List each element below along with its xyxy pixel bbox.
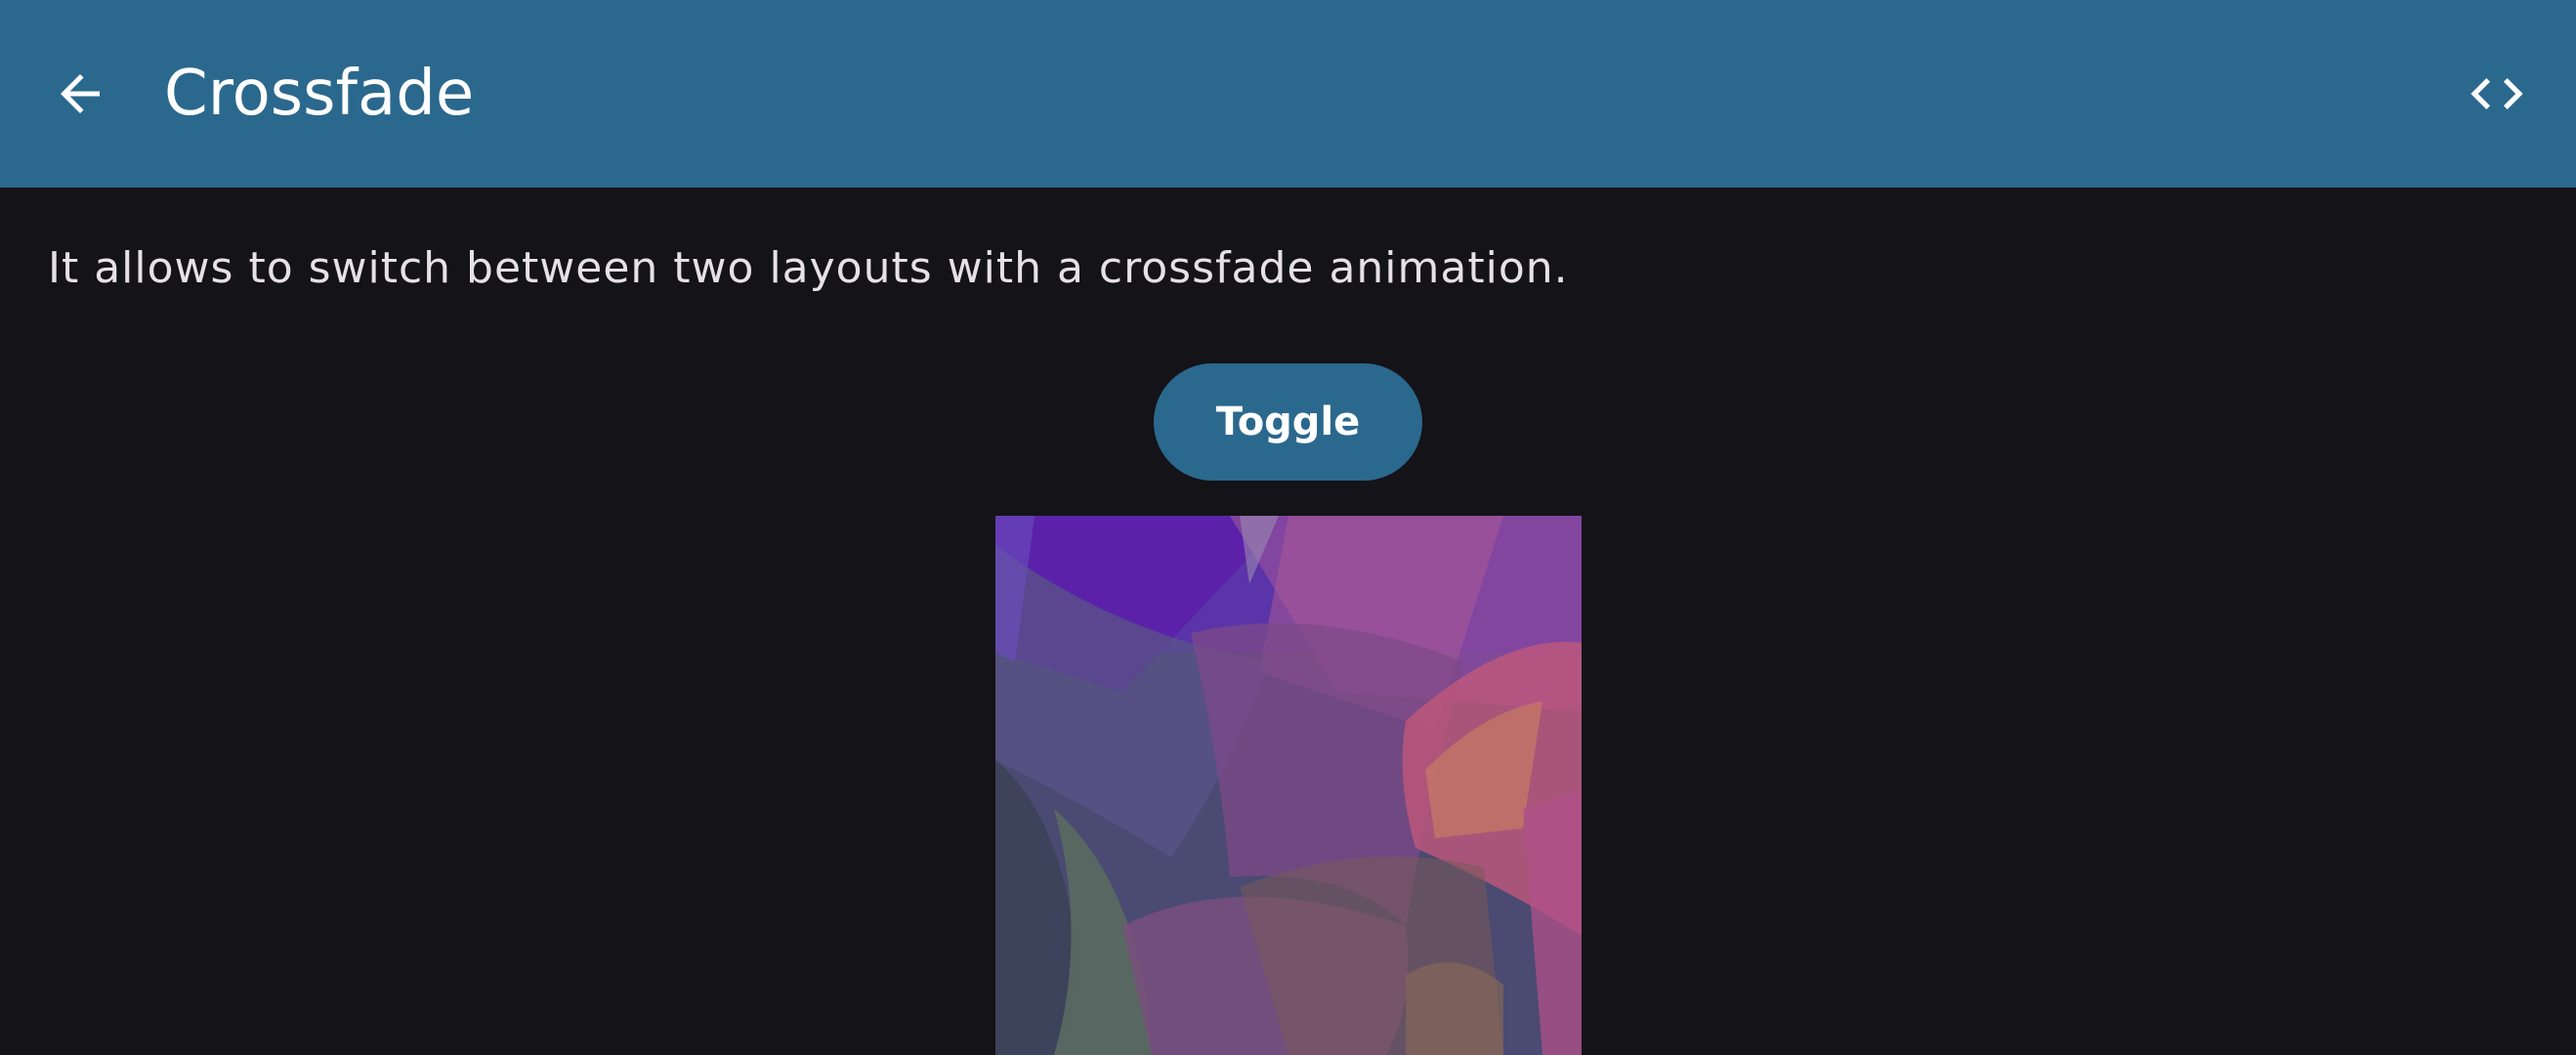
- crossfade-image: [995, 516, 1582, 1055]
- top-app-bar: Crossfade: [0, 0, 2576, 188]
- view-code-button[interactable]: [2450, 47, 2544, 141]
- toggle-button[interactable]: Toggle: [1154, 363, 1422, 481]
- arrow-left-icon: [61, 74, 100, 113]
- back-button[interactable]: [33, 47, 127, 141]
- description-text: It allows to switch between two layouts …: [48, 243, 1569, 293]
- abstract-gradient-image: [995, 516, 1582, 1055]
- code-brackets-icon: [2470, 78, 2523, 109]
- page-title: Crossfade: [164, 58, 475, 130]
